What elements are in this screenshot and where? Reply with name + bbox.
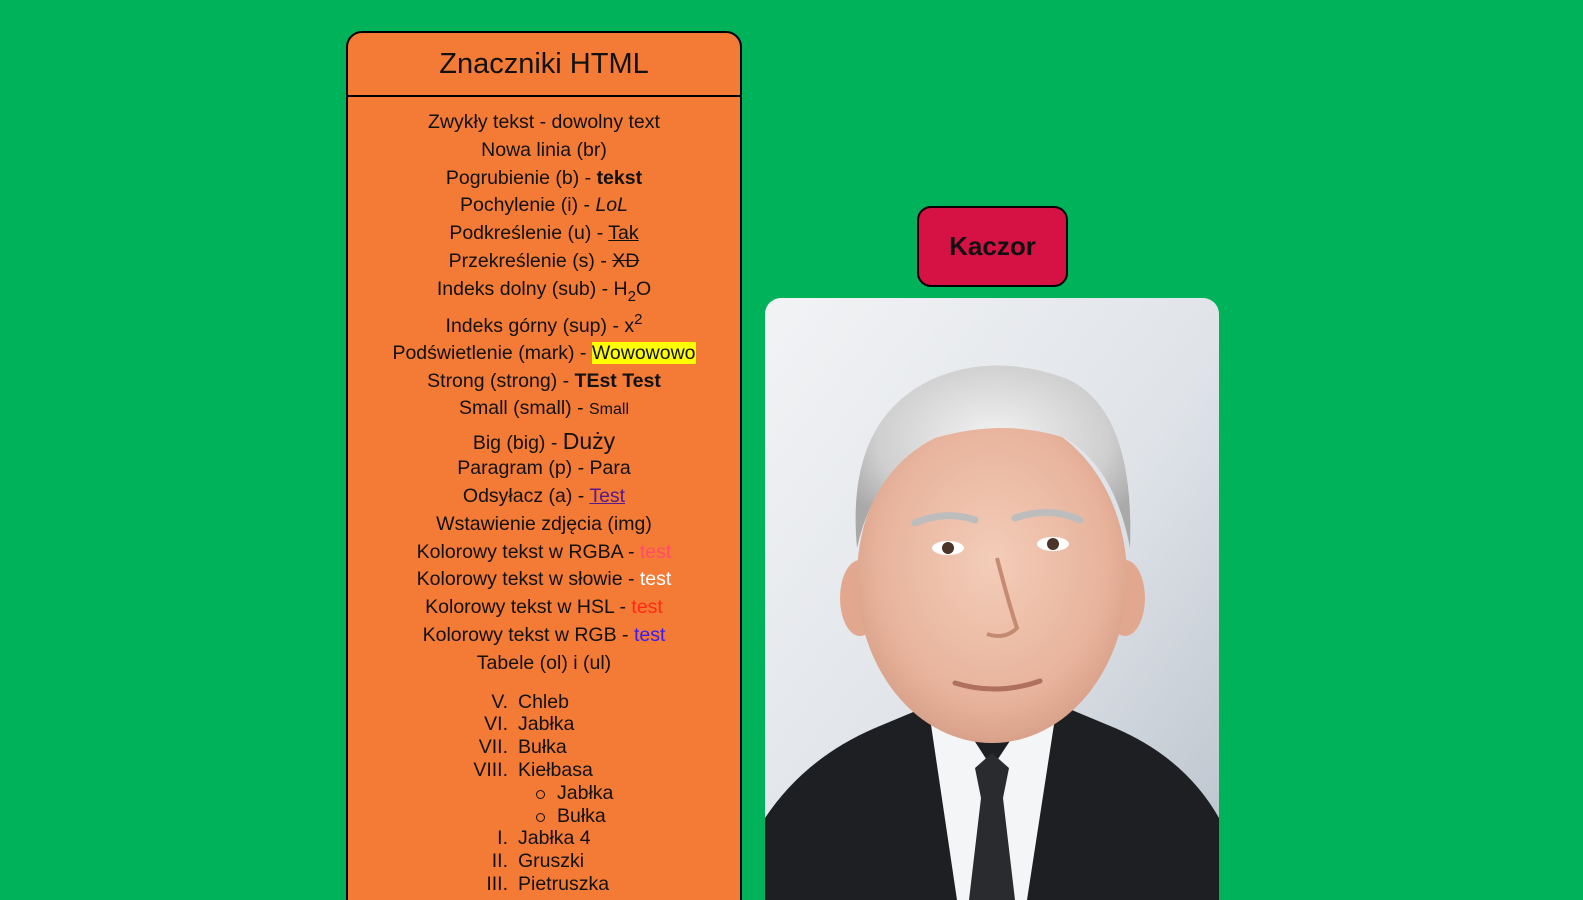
row-word: Kolorowy tekst w słowie - test: [348, 566, 740, 594]
row-bold: Pogrubienie (b) - tekst: [348, 165, 740, 193]
row-strike-value: XD: [612, 249, 640, 272]
list-item-number: II.: [491, 850, 508, 873]
row-sub-base: H: [613, 277, 628, 300]
row-img-label: Wstawienie zdjęcia (img): [436, 512, 652, 535]
row-bold-label: Pogrubienie (b) -: [445, 166, 597, 189]
row-underline-label: Podkreślenie (u) -: [449, 222, 609, 245]
row-italic: Pochylenie (i) - LoL: [348, 192, 740, 220]
row-strong-label: Strong (strong) -: [427, 369, 575, 392]
nested-list-item: Bułka: [348, 805, 740, 828]
row-rgba-label: Kolorowy tekst w RGBA -: [416, 540, 640, 563]
row-sup-base: x: [624, 314, 635, 337]
list-item-text: Kiełbasa: [518, 758, 593, 781]
row-small-label: Small (small) -: [458, 397, 589, 420]
page: Znaczniki HTML Zwykły tekst - dowolny te…: [0, 0, 1583, 900]
row-big-value: Duży: [562, 428, 616, 455]
list-item-text: Jabłka 4: [518, 827, 591, 850]
row-word-value: test: [639, 568, 672, 591]
list-item-number: VII.: [478, 736, 508, 759]
row-mark-label: Podświetlenie (mark) -: [392, 341, 592, 364]
list-item: VIII. Kiełbasa: [348, 759, 740, 782]
row-rgb: Kolorowy tekst w RGB - test: [348, 622, 740, 650]
tag-rows: Zwykły tekst - dowolny text Nowa linia (…: [348, 97, 740, 678]
row-rgba-value: test: [639, 540, 672, 563]
row-sub: Indeks dolny (sub) - H2O: [348, 276, 740, 306]
list-item: VII. Bułka: [348, 736, 740, 759]
row-word-label: Kolorowy tekst w słowie -: [416, 568, 640, 591]
row-plain-value: dowolny text: [551, 111, 660, 133]
circle-bullet-icon: [536, 789, 545, 799]
row-br: Nowa linia (br): [348, 137, 740, 165]
row-mark-value: Wowowowo: [591, 341, 696, 364]
row-italic-label: Pochylenie (i) -: [459, 194, 596, 217]
list-item-text: Pietruszka: [518, 872, 610, 895]
row-plain: Zwykły tekst - dowolny text: [348, 109, 740, 137]
list-item: V. Chleb: [348, 691, 740, 714]
row-strike-label: Przekreślenie (s) -: [448, 249, 613, 272]
row-anchor-label: Odsyłacz (a) -: [462, 484, 590, 507]
row-small: Small (small) - Small: [348, 395, 740, 424]
list-item-text: Bułka: [518, 736, 567, 759]
row-hsl-value: test: [631, 596, 663, 619]
row-paragraph-label: Paragram (p) -: [457, 457, 590, 480]
row-sub-index: 2: [627, 287, 636, 305]
row-rgb-label: Kolorowy tekst w RGB -: [422, 623, 634, 646]
row-img: Wstawienie zdjęcia (img): [348, 511, 740, 539]
row-hsl-label: Kolorowy tekst w HSL -: [425, 596, 632, 619]
row-sup-label: Indeks górny (sup) -: [445, 314, 625, 337]
row-strong: Strong (strong) - TEst Test: [348, 368, 740, 396]
row-italic-value: LoL: [595, 194, 628, 217]
list-item-text: Chleb: [518, 690, 569, 713]
row-rgba: Kolorowy tekst w RGBA - test: [348, 539, 740, 567]
row-br-label: Nowa linia (br): [481, 138, 607, 161]
circle-bullet-icon: [536, 812, 545, 822]
lists-section: V. Chleb VI. Jabłka VII. Bułka VIII. Kie…: [348, 691, 740, 896]
list-item-text: Jabłka: [518, 713, 575, 736]
list-item-number: III.: [486, 872, 508, 895]
row-underline-value: Tak: [608, 222, 639, 245]
list-item-number: VIII.: [473, 758, 508, 781]
row-paragraph-value: Para: [589, 457, 631, 480]
list-item: III. Pietruszka: [348, 873, 740, 896]
row-small-value: Small: [588, 401, 629, 419]
list-item: II. Gruszki: [348, 850, 740, 873]
panel-title: Znaczniki HTML: [348, 33, 740, 97]
row-lists: Tabele (ol) i (ul): [348, 650, 740, 678]
portrait-photo-icon: [765, 298, 1219, 900]
nested-list-item: Jabłka: [348, 782, 740, 805]
row-sub-label: Indeks dolny (sub) -: [436, 277, 614, 300]
row-sub-tail: O: [635, 277, 652, 300]
list-item-text: Bułka: [557, 804, 606, 827]
list-item: I. Jabłka 4: [348, 827, 740, 850]
list-item-number: V.: [491, 690, 508, 713]
portrait-photo: [765, 298, 1219, 900]
row-big: Big (big) - Duży: [348, 424, 740, 455]
list-item-number: I.: [497, 827, 508, 850]
row-big-label: Big (big) -: [472, 432, 563, 455]
row-strong-value: TEst Test: [574, 369, 661, 392]
row-mark: Podświetlenie (mark) - Wowowowo: [348, 340, 740, 368]
row-lists-label: Tabele (ol) i (ul): [476, 651, 612, 674]
list-item-number: VI.: [484, 713, 508, 736]
row-strike: Przekreślenie (s) - XD: [348, 248, 740, 276]
html-tags-panel: Znaczniki HTML Zwykły tekst - dowolny te…: [346, 31, 742, 900]
row-underline: Podkreślenie (u) - Tak: [348, 220, 740, 248]
row-rgb-value: test: [633, 623, 666, 646]
list-item: VI. Jabłka: [348, 713, 740, 736]
row-plain-label: Zwykły tekst -: [428, 111, 552, 133]
row-sup: Indeks górny (sup) - x2: [348, 306, 740, 340]
row-hsl: Kolorowy tekst w HSL - test: [348, 594, 740, 622]
list-item-text: Gruszki: [518, 850, 585, 873]
test-link[interactable]: Test: [589, 485, 625, 507]
list-item-text: Jabłka: [557, 781, 614, 804]
kaczor-button[interactable]: Kaczor: [917, 206, 1068, 287]
row-anchor: Odsyłacz (a) - Test: [348, 483, 740, 511]
row-paragraph: Paragram (p) - Para: [348, 455, 740, 483]
row-sup-index: 2: [634, 310, 643, 328]
row-bold-value: tekst: [596, 166, 643, 189]
